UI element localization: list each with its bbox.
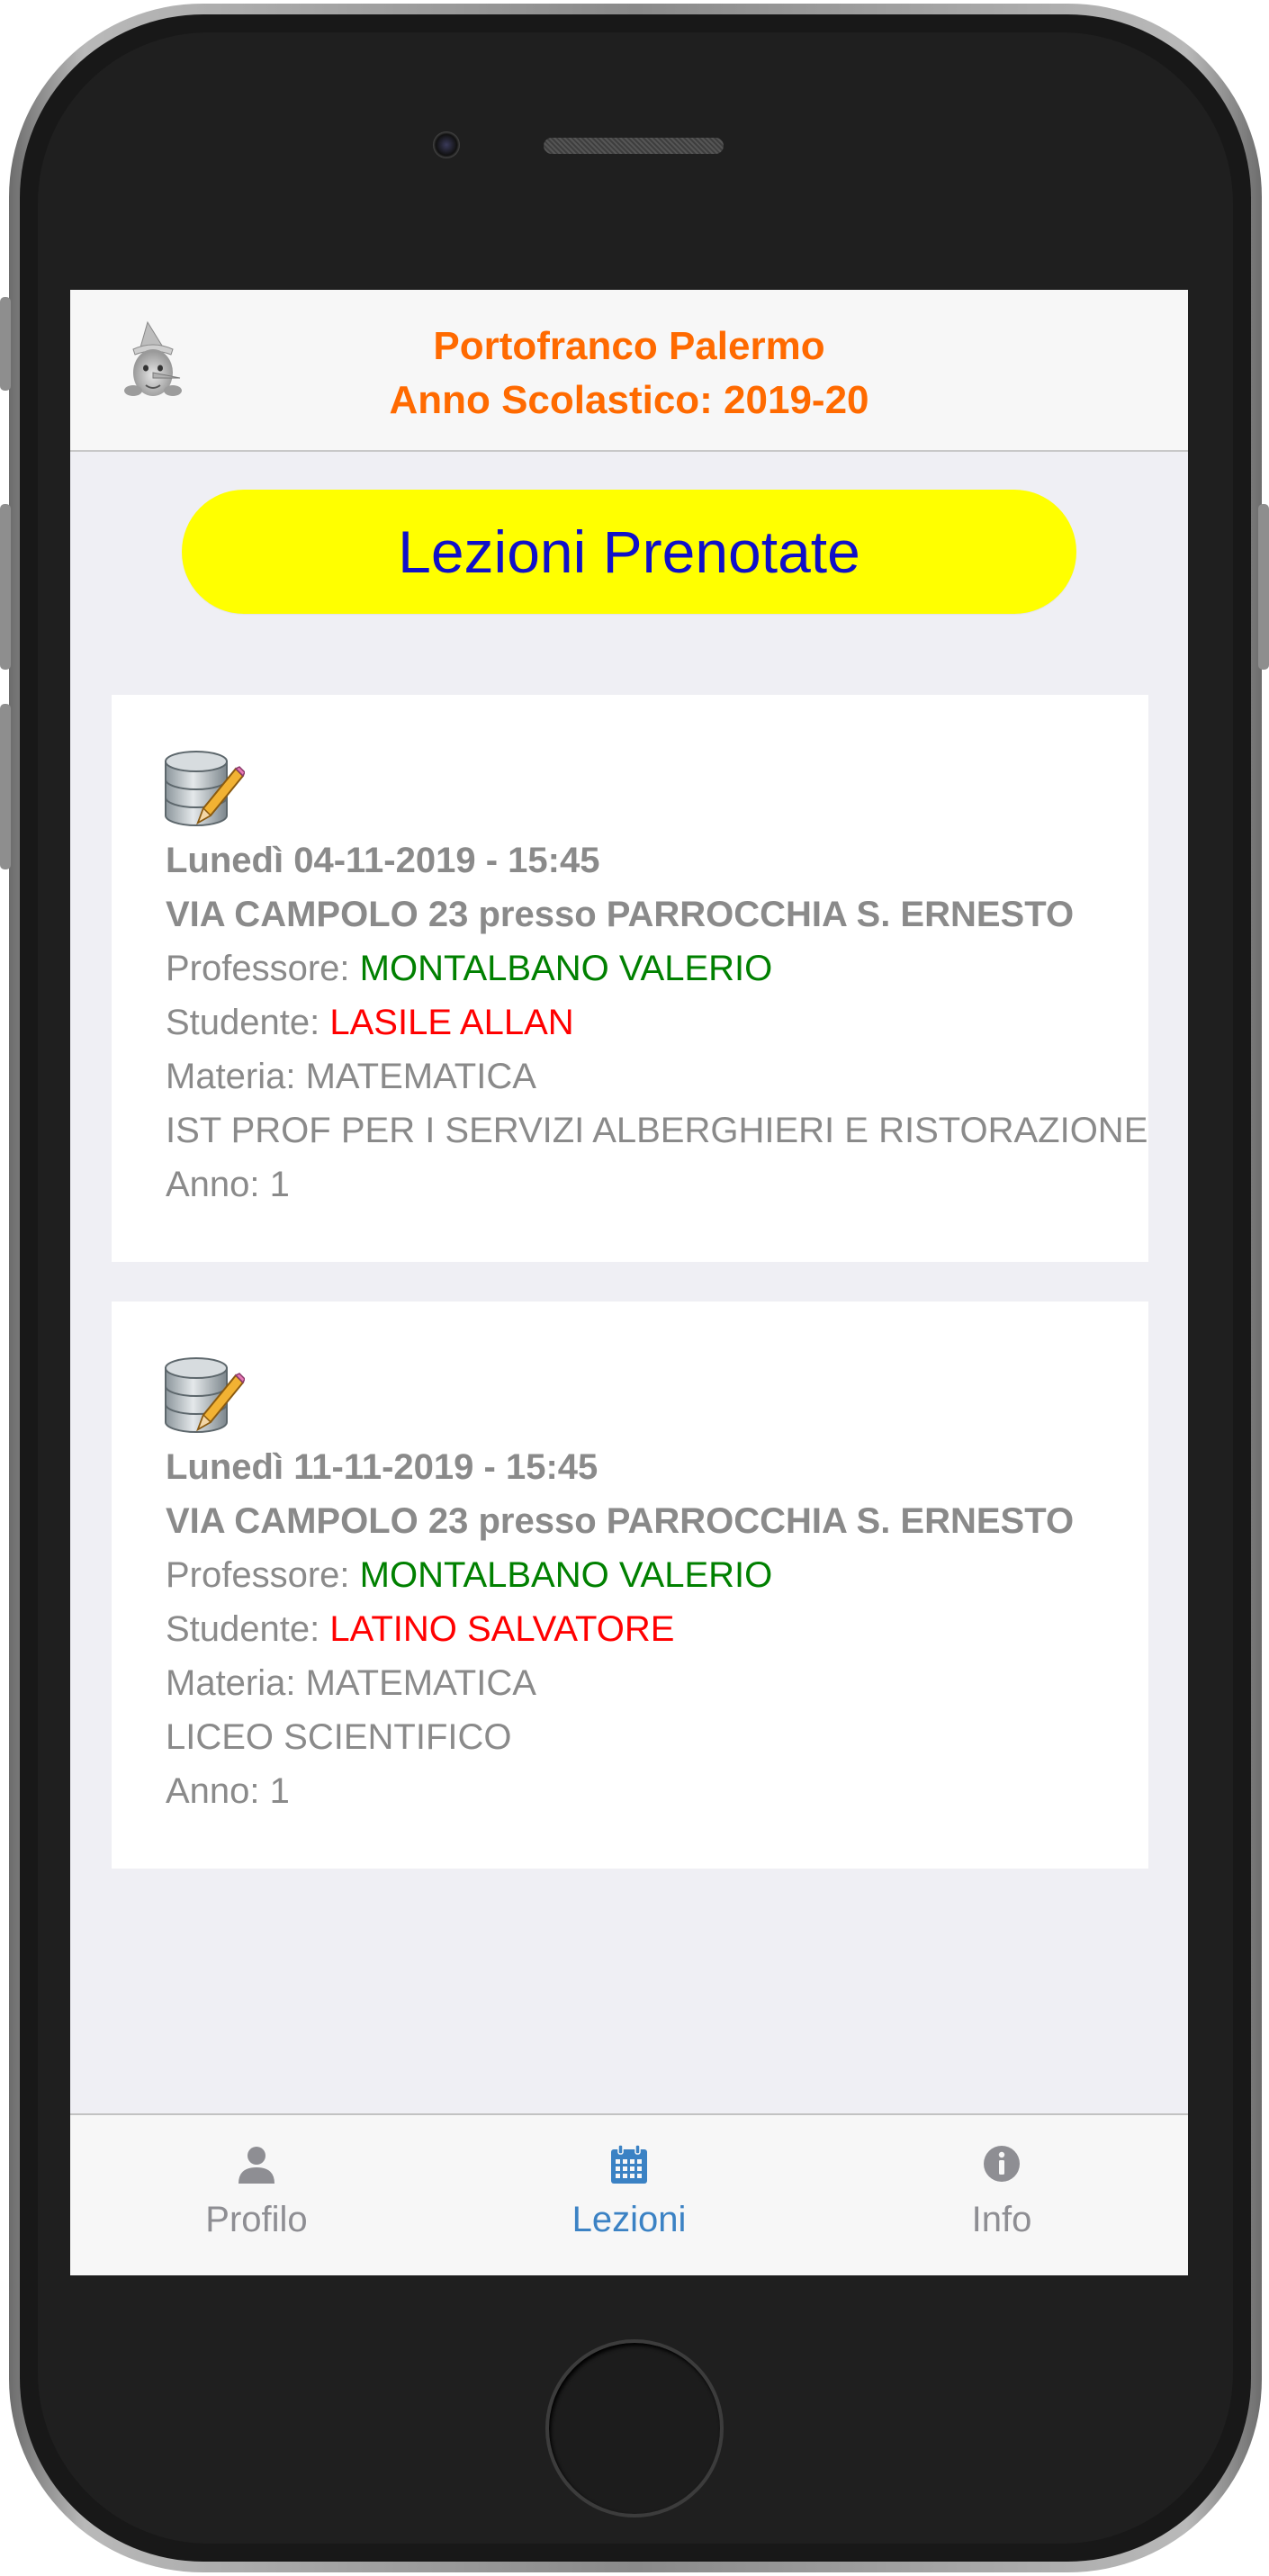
- app-title: Portofranco Palermo: [433, 324, 825, 368]
- page-title-banner: Lezioni Prenotate: [182, 490, 1076, 614]
- bottom-tab-bar: Profilo Lezioni Info: [70, 2113, 1188, 2275]
- lesson-date: Lunedì 11-11-2019 - 15:45: [166, 1447, 598, 1487]
- app-header: Portofranco Palermo Anno Scolastico: 201…: [70, 290, 1188, 452]
- lesson-professor: Professore: MONTALBANO VALERIO: [166, 949, 772, 989]
- user-icon: [238, 2147, 274, 2184]
- tab-profilo[interactable]: Profilo: [70, 2115, 443, 2275]
- lesson-subject: Materia: MATEMATICA: [166, 1057, 536, 1096]
- earpiece-speaker: [544, 138, 724, 154]
- mute-switch: [0, 297, 11, 391]
- student-label: Studente:: [166, 1003, 330, 1042]
- student-name: LASILE ALLAN: [329, 1003, 574, 1042]
- student-label: Studente:: [166, 1609, 330, 1649]
- tab-label: Info: [971, 2200, 1032, 2239]
- professor-label: Professore:: [166, 1555, 360, 1595]
- lesson-professor: Professore: MONTALBANO VALERIO: [166, 1555, 772, 1596]
- database-edit-icon[interactable]: [162, 1356, 245, 1438]
- lesson-year: Anno: 1: [166, 1165, 290, 1204]
- tab-label: Lezioni: [572, 2200, 687, 2239]
- lesson-card[interactable]: Lunedì 11-11-2019 - 15:45 VIA CAMPOLO 23…: [112, 1302, 1148, 1869]
- professor-name: MONTALBANO VALERIO: [359, 949, 773, 988]
- professor-label: Professore:: [166, 949, 360, 988]
- app-screen: Portofranco Palermo Anno Scolastico: 201…: [70, 290, 1188, 2275]
- home-button[interactable]: [545, 2339, 724, 2517]
- lesson-card[interactable]: Lunedì 04-11-2019 - 15:45 VIA CAMPOLO 23…: [112, 695, 1148, 1262]
- front-camera: [433, 131, 460, 158]
- lesson-location: VIA CAMPOLO 23 presso PARROCCHIA S. ERNE…: [166, 1501, 1075, 1541]
- calendar-icon: [611, 2144, 647, 2184]
- tab-lezioni[interactable]: Lezioni: [443, 2115, 815, 2275]
- lesson-student: Studente: LATINO SALVATORE: [166, 1609, 674, 1650]
- tab-info[interactable]: Info: [815, 2115, 1188, 2275]
- tab-label: Profilo: [205, 2200, 308, 2239]
- lesson-school: IST PROF PER I SERVIZI ALBERGHIERI E RIS…: [166, 1111, 1148, 1150]
- school-year-subtitle: Anno Scolastico: 2019-20: [389, 378, 869, 422]
- power-button: [1258, 504, 1269, 670]
- lesson-student: Studente: LASILE ALLAN: [166, 1003, 574, 1043]
- student-name: LATINO SALVATORE: [329, 1609, 675, 1649]
- info-icon: [984, 2146, 1020, 2182]
- lesson-location: VIA CAMPOLO 23 presso PARROCCHIA S. ERNE…: [166, 895, 1075, 934]
- volume-down-button: [0, 704, 11, 869]
- professor-name: MONTALBANO VALERIO: [359, 1555, 773, 1595]
- lesson-year: Anno: 1: [166, 1771, 290, 1811]
- volume-up-button: [0, 504, 11, 670]
- lesson-subject: Materia: MATEMATICA: [166, 1663, 536, 1703]
- database-edit-icon[interactable]: [162, 749, 245, 832]
- lesson-school: LICEO SCIENTIFICO: [166, 1717, 512, 1757]
- lesson-date: Lunedì 04-11-2019 - 15:45: [166, 841, 600, 880]
